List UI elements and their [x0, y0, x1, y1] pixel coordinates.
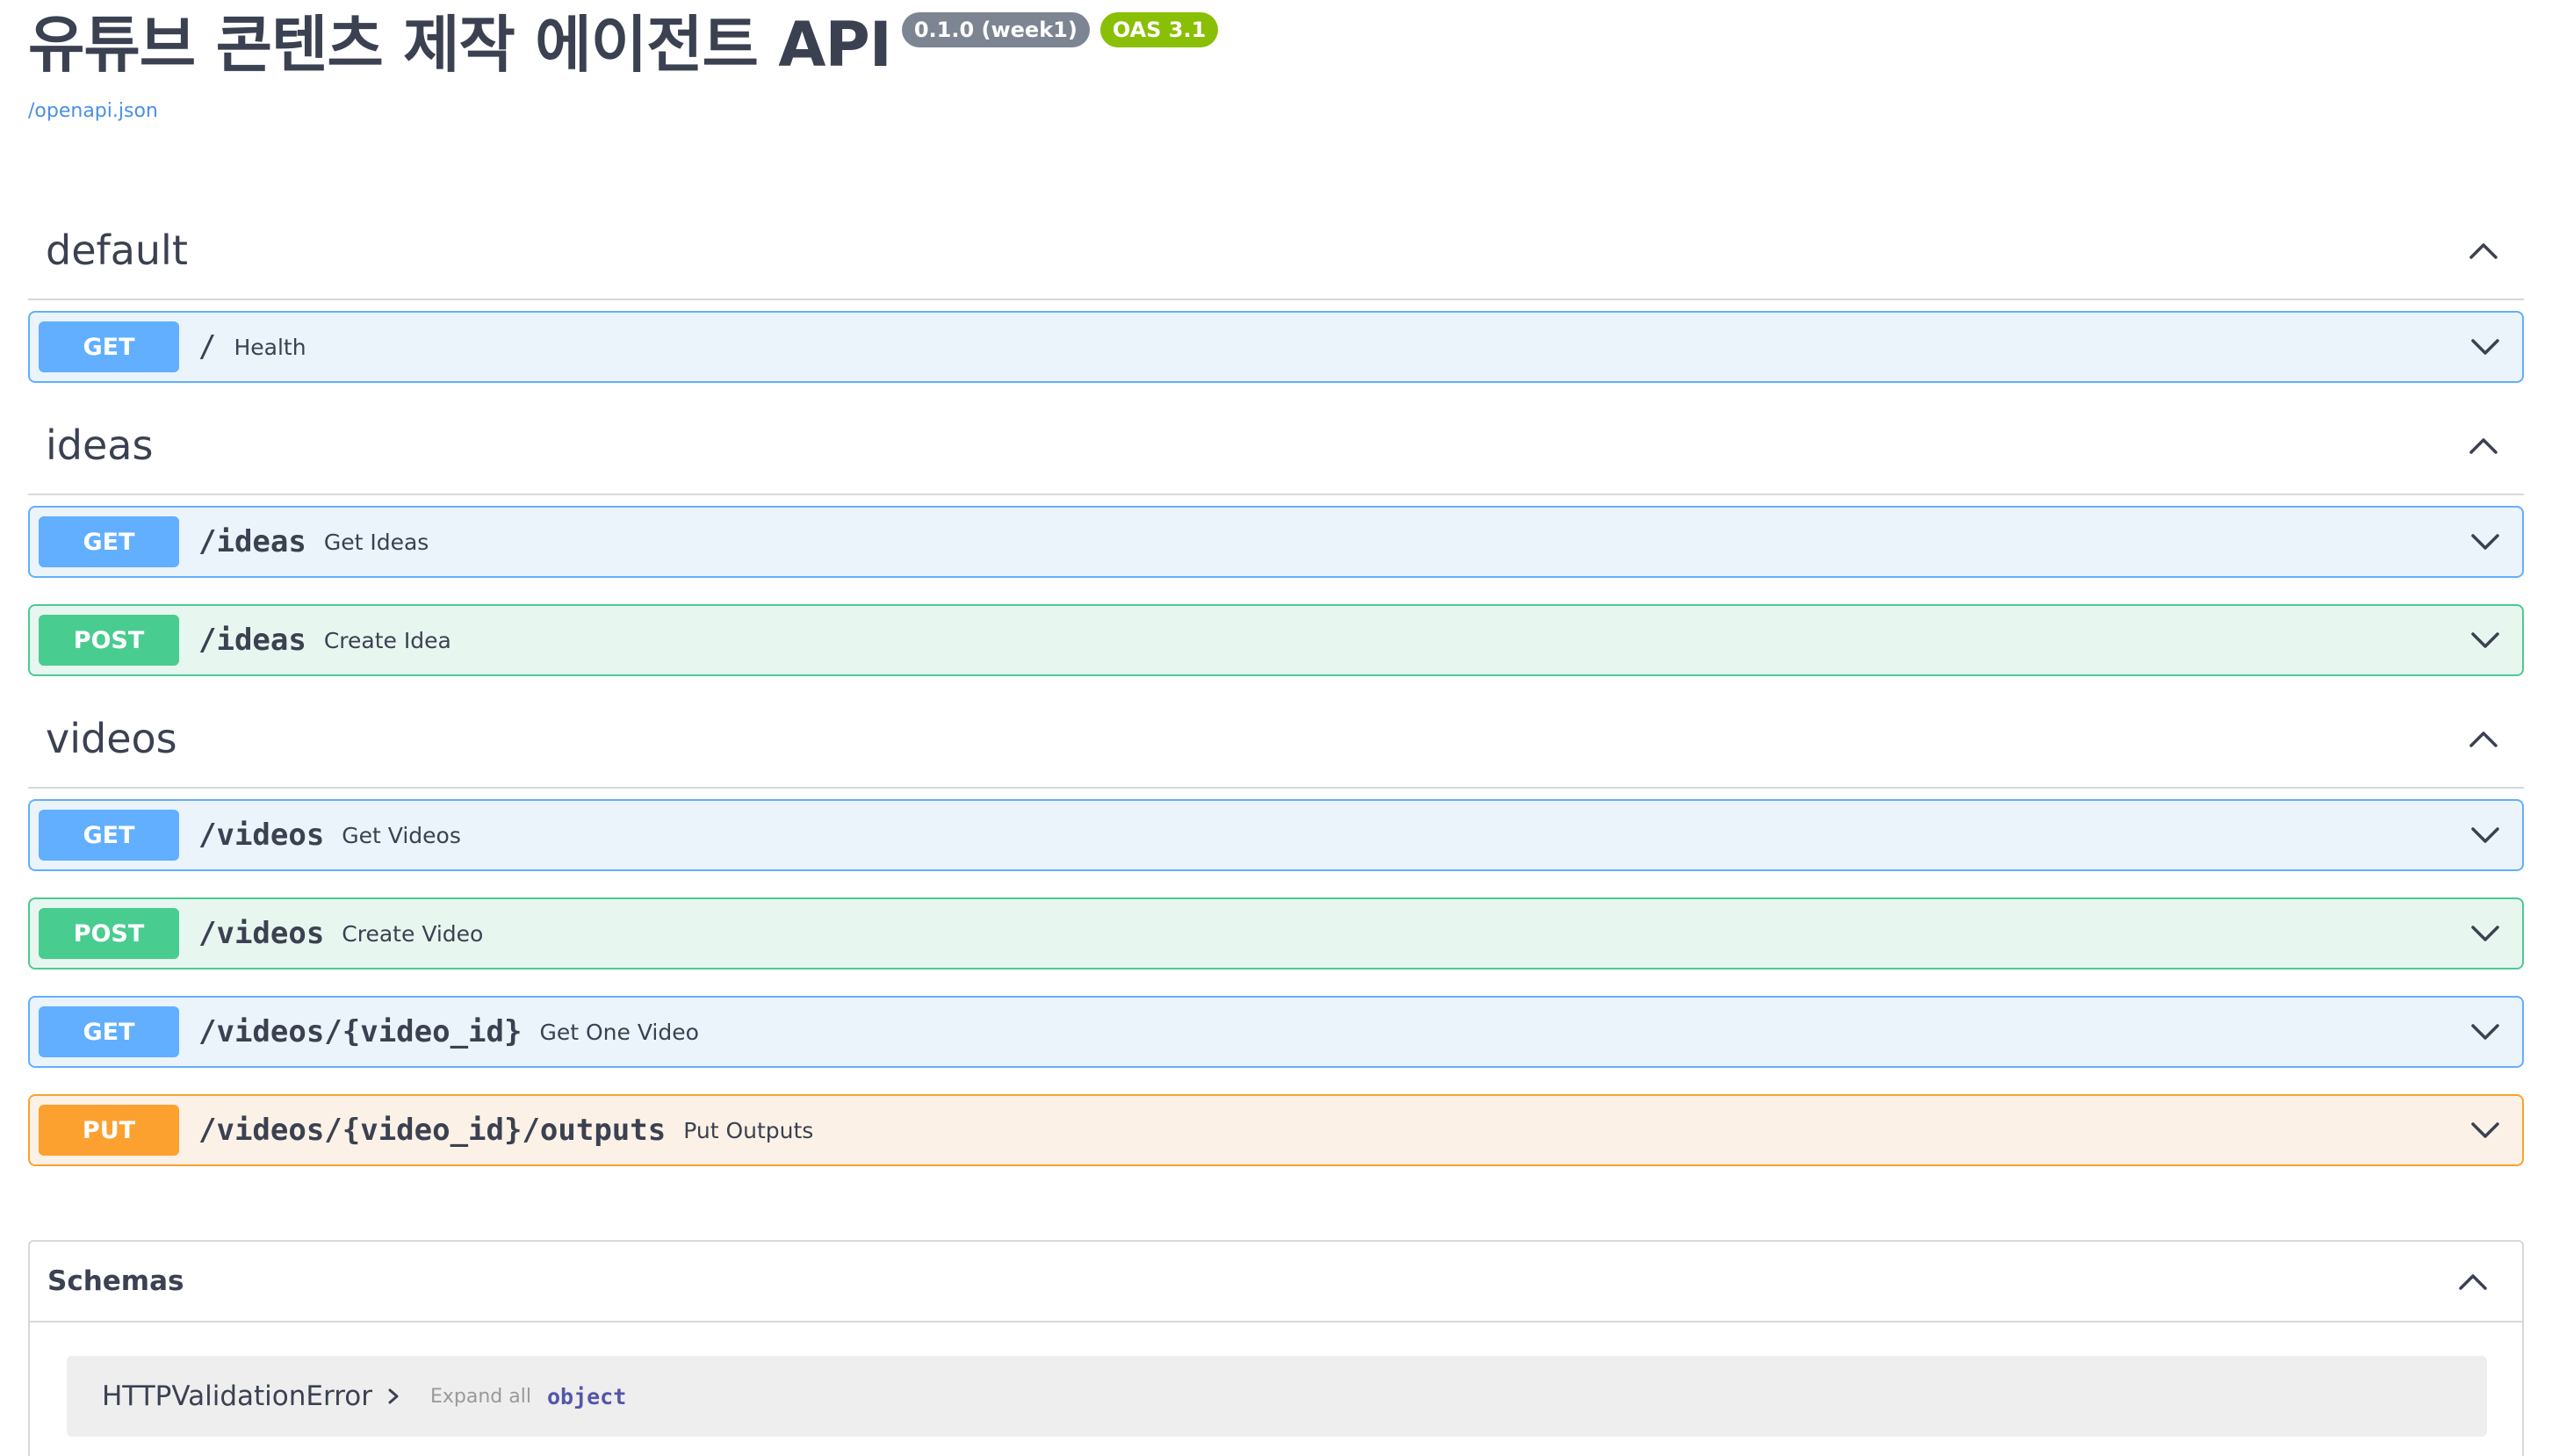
- tag-header-videos[interactable]: videos: [28, 690, 2524, 789]
- operation-get-video-by-id[interactable]: GET /videos/{video_id} Get One Video: [28, 996, 2524, 1068]
- tag-name: videos: [46, 715, 177, 762]
- operation-summary: Get Videos: [342, 822, 461, 848]
- version-badge: 0.1.0 (week1): [901, 12, 1090, 47]
- method-badge: GET: [39, 810, 179, 861]
- method-badge: GET: [39, 321, 179, 372]
- oas-badge: OAS 3.1: [1099, 12, 1219, 47]
- operation-summary: Put Outputs: [683, 1117, 814, 1143]
- operation-put-video-outputs[interactable]: PUT /videos/{video_id}/outputs Put Outpu…: [28, 1094, 2524, 1166]
- chevron-down-icon[interactable]: [2468, 1014, 2503, 1049]
- tag-name: ideas: [46, 422, 154, 469]
- chevron-down-icon[interactable]: [2468, 623, 2503, 658]
- operation-get-videos[interactable]: GET /videos Get Videos: [28, 799, 2524, 871]
- chevron-right-icon[interactable]: [383, 1386, 404, 1407]
- tag-name: default: [46, 227, 188, 274]
- method-badge: GET: [39, 1006, 179, 1057]
- schemas-title: Schemas: [47, 1265, 184, 1297]
- chevron-up-icon[interactable]: [2466, 428, 2501, 463]
- method-badge: GET: [39, 516, 179, 567]
- operation-summary: Get One Video: [539, 1019, 699, 1045]
- operation-post-videos[interactable]: POST /videos Create Video: [28, 897, 2524, 969]
- method-badge: POST: [39, 615, 179, 666]
- schema-type: object: [546, 1383, 627, 1409]
- chevron-up-icon[interactable]: [2466, 233, 2501, 268]
- chevron-down-icon[interactable]: [2468, 1113, 2503, 1148]
- schemas-section: Schemas HTTPValidationError Expand all o…: [28, 1240, 2524, 1456]
- tag-header-ideas[interactable]: ideas: [28, 397, 2524, 495]
- chevron-down-icon[interactable]: [2468, 524, 2503, 559]
- operation-path: /videos/{video_id}: [198, 1014, 523, 1049]
- schema-item[interactable]: HTTPValidationError Expand all object: [67, 1356, 2487, 1437]
- method-badge: POST: [39, 908, 179, 959]
- operation-path: /: [198, 329, 217, 364]
- chevron-up-icon[interactable]: [2455, 1264, 2491, 1299]
- method-badge: PUT: [39, 1105, 179, 1156]
- operation-post-ideas[interactable]: POST /ideas Create Idea: [28, 604, 2524, 676]
- operation-path: /ideas: [198, 623, 306, 658]
- operation-summary: Create Video: [342, 920, 484, 947]
- operation-path: /videos: [198, 818, 325, 853]
- operation-summary: Get Ideas: [323, 529, 429, 555]
- schemas-header[interactable]: Schemas: [30, 1242, 2522, 1323]
- operation-summary: Health: [234, 334, 306, 360]
- chevron-up-icon[interactable]: [2466, 721, 2501, 756]
- expand-all-button[interactable]: Expand all: [430, 1386, 531, 1408]
- chevron-down-icon[interactable]: [2468, 329, 2503, 364]
- tag-header-default[interactable]: default: [28, 202, 2524, 300]
- page-title: 유튜브 콘텐츠 제작 에이전트 API: [28, 9, 892, 81]
- operation-summary: Create Idea: [323, 627, 451, 653]
- operation-get-ideas[interactable]: GET /ideas Get Ideas: [28, 506, 2524, 578]
- chevron-down-icon[interactable]: [2468, 916, 2503, 951]
- operation-path: /ideas: [198, 524, 306, 559]
- tag-section-default: default GET / Health: [28, 202, 2524, 383]
- api-info: 유튜브 콘텐츠 제작 에이전트 API 0.1.0 (week1) OAS 3.…: [28, 7, 1219, 122]
- operation-path: /videos: [198, 916, 325, 951]
- tag-section-videos: videos GET /videos Get Videos POST /vide…: [28, 690, 2524, 1166]
- title-row: 유튜브 콘텐츠 제작 에이전트 API 0.1.0 (week1) OAS 3.…: [28, 7, 1219, 83]
- operation-get-root[interactable]: GET / Health: [28, 311, 2524, 383]
- openapi-json-link[interactable]: /openapi.json: [28, 100, 1218, 122]
- chevron-down-icon[interactable]: [2468, 818, 2503, 853]
- schema-name[interactable]: HTTPValidationError: [102, 1380, 372, 1412]
- tag-section-ideas: ideas GET /ideas Get Ideas POST /ideas C…: [28, 397, 2524, 676]
- operation-path: /videos/{video_id}/outputs: [198, 1113, 667, 1148]
